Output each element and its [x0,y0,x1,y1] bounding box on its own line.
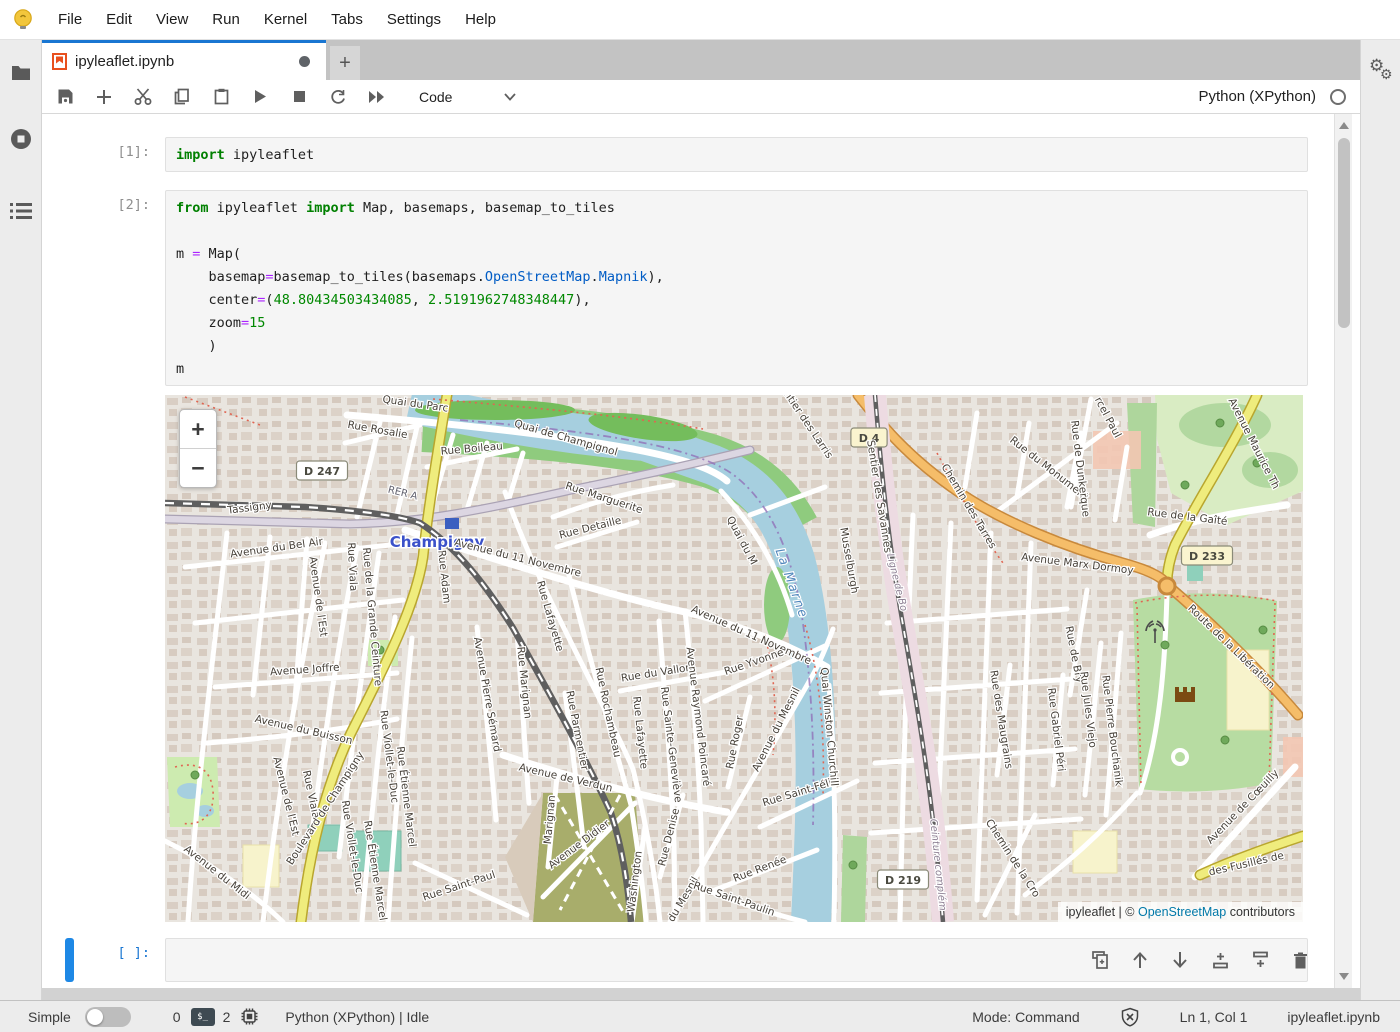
cell-prompt: [ ]: [88,945,150,961]
castle-icon [1175,687,1195,702]
kernel-indicator[interactable]: Python (XPython) [1198,88,1360,105]
left-sidebar [0,40,42,1000]
copy-cells-button[interactable] [167,83,197,111]
table-of-contents-icon[interactable] [8,198,34,224]
cell-prompt: [1]: [88,144,150,160]
notebook-scrollbar[interactable] [1334,114,1352,988]
restart-kernel-button[interactable] [323,83,353,111]
status-filename: ipyleaflet.ipynb [1287,1009,1380,1025]
code-cell-input[interactable]: import ipyleaflet [165,137,1308,172]
jupyterlab-app: File Edit View Run Kernel Tabs Settings … [0,0,1400,1032]
save-button[interactable] [50,83,80,111]
kernel-chip-icon[interactable] [240,1007,259,1026]
tab-ipyleaflet-notebook[interactable]: ipyleaflet.ipynb [42,40,326,80]
svg-text:D 247: D 247 [304,465,340,478]
menu-settings[interactable]: Settings [375,0,453,40]
app-logo[interactable] [0,7,46,33]
run-all-cells-button[interactable] [362,83,392,111]
new-tab-button[interactable]: + [330,46,360,80]
simple-mode-label: Simple [28,1009,71,1025]
run-cell-button[interactable] [245,83,275,111]
horizontal-scroll-strip [42,988,1360,1000]
chevron-down-icon [504,93,516,101]
line-col-indicator[interactable]: Ln 1, Col 1 [1180,1009,1248,1025]
attribution-suffix: contributors [1226,905,1295,919]
map-roundabout [1159,578,1175,594]
scroll-down-arrow[interactable] [1339,973,1349,980]
property-inspector-icon[interactable]: ⚙ ⚙ [1369,56,1397,88]
road-ref-badge: D 247 [297,461,348,480]
kernel-name: Python (XPython) [1198,88,1316,105]
tab-title: ipyleaflet.ipynb [75,53,299,70]
notebook-toolbar: Code Python (XPython) [42,80,1360,114]
map-zoom-control: + − [179,409,217,488]
insert-cell-below-button[interactable] [1240,944,1280,976]
menu-run[interactable]: Run [200,0,252,40]
code-cell-input[interactable]: from ipyleaflet import Map, basemaps, ba… [165,190,1308,386]
trust-shield-icon[interactable] [1120,1007,1140,1027]
cell-toolbar [1080,944,1320,976]
running-sessions-icon[interactable] [8,126,34,152]
kernels-count[interactable]: 2 [223,1009,231,1025]
station-marker [445,518,459,529]
mode-indicator[interactable]: Mode: Command [972,1009,1079,1025]
insert-cell-button[interactable] [89,83,119,111]
svg-text:D 219: D 219 [885,874,921,887]
right-sidebar: ⚙ ⚙ [1360,40,1400,1000]
move-cell-down-button[interactable] [1160,944,1200,976]
duplicate-cell-button[interactable] [1080,944,1120,976]
cut-cells-button[interactable] [128,83,158,111]
road-ref-badge: D 219 [878,870,929,889]
road-ref-badge: D 233 [1182,546,1233,565]
unsaved-changes-dot[interactable] [299,56,310,67]
scroll-up-arrow[interactable] [1339,122,1349,129]
menu-help[interactable]: Help [453,0,508,40]
interrupt-kernel-button[interactable] [284,83,314,111]
notebook-file-icon [52,53,67,70]
attribution-prefix: ipyleaflet | © [1066,905,1138,919]
paste-cells-button[interactable] [206,83,236,111]
zoom-in-button[interactable]: + [180,410,216,448]
dock-panel: ipyleaflet.ipynb + [42,40,1360,1000]
ipyleaflet-map-output[interactable]: D 247D 4D 233D 219Quai du ParcRue Rosali… [165,395,1303,922]
insert-cell-above-button[interactable] [1200,944,1240,976]
kernel-status-text[interactable]: Python (XPython) | Idle [285,1009,429,1025]
cell-type-dropdown[interactable]: Code [419,89,516,105]
svg-text:D 233: D 233 [1189,550,1225,563]
terminals-count[interactable]: 0 [173,1009,181,1025]
status-bar: Simple 0 $_ 2 Python (XPython) | Idle Mo… [0,1000,1400,1032]
file-browser-icon[interactable] [8,60,34,86]
move-cell-up-button[interactable] [1120,944,1160,976]
cell-type-value: Code [419,89,452,105]
menu-file[interactable]: File [46,0,94,40]
map-attribution: ipyleaflet | © OpenStreetMap contributor… [1058,902,1303,922]
delete-cell-button[interactable] [1280,944,1320,976]
menu-tabs[interactable]: Tabs [319,0,375,40]
terminal-icon-glyph: $_ [197,1012,208,1022]
menu-kernel[interactable]: Kernel [252,0,319,40]
map-label: Rue Viala [345,542,360,591]
kernel-status-icon [1330,89,1346,105]
cell-prompt: [2]: [88,197,150,213]
jupyterlite-logo-icon [12,7,34,33]
zoom-out-button[interactable]: − [180,449,216,487]
menu-bar: File Edit View Run Kernel Tabs Settings … [0,0,1400,40]
tab-bar: ipyleaflet.ipynb + [42,40,1360,80]
active-cell-collapser[interactable] [65,938,74,982]
openstreetmap-link[interactable]: OpenStreetMap [1138,905,1226,919]
menu-edit[interactable]: Edit [94,0,144,40]
simple-mode-toggle[interactable] [85,1007,131,1027]
gear-icon: ⚙ [1380,66,1393,83]
menu-view[interactable]: View [144,0,200,40]
map-tiles: D 247D 4D 233D 219Quai du ParcRue Rosali… [165,395,1303,922]
scrollbar-thumb[interactable] [1338,138,1350,328]
terminal-icon[interactable]: $_ [191,1008,215,1026]
notebook-content: [1]: import ipyleaflet [2]: from ipyleaf… [42,114,1360,988]
